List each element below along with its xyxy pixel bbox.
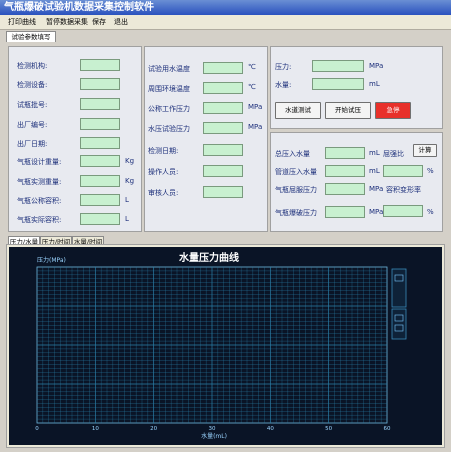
chart-title: 水量压力曲线 bbox=[178, 251, 239, 264]
actual-volume-field[interactable] bbox=[80, 213, 120, 225]
water-temp-field[interactable] bbox=[203, 62, 243, 74]
label-agency: 检测机构: bbox=[17, 62, 48, 70]
menu-print-curve[interactable]: 打印曲线 bbox=[8, 17, 36, 27]
label-water-temp: 试验用水温度 bbox=[148, 65, 190, 73]
emergency-stop-button[interactable]: 急停 bbox=[375, 102, 411, 119]
operator-field[interactable] bbox=[203, 165, 243, 177]
batch-field[interactable] bbox=[80, 98, 120, 110]
serial-field[interactable] bbox=[80, 118, 120, 130]
menu-exit[interactable]: 退出 bbox=[114, 17, 128, 27]
unit-design-weight: Kg bbox=[125, 157, 135, 165]
x-tick-label: 60 bbox=[384, 426, 391, 432]
unit-measured-weight: Kg bbox=[125, 177, 135, 185]
x-tick-label: 10 bbox=[92, 426, 99, 432]
tab-test-params[interactable]: 试验参数填写 bbox=[6, 31, 56, 42]
yield-ratio-field[interactable] bbox=[383, 165, 423, 177]
label-pipe-water: 管道压入水量 bbox=[275, 168, 317, 176]
unit-work-pressure: MPa bbox=[248, 103, 263, 111]
burst-pressure-field[interactable] bbox=[325, 206, 365, 218]
water-display bbox=[312, 78, 364, 90]
pressure-water-chart: 水量压力曲线 压力(MPa) 水量(mL) 0 10 20 30 40 50 60 bbox=[35, 251, 407, 440]
chart-background: 水量压力曲线 压力(MPa) 水量(mL) 0 10 20 30 40 50 60 bbox=[9, 247, 442, 445]
label-serial: 出厂编号: bbox=[17, 121, 48, 129]
unit-total-water: mL bbox=[369, 149, 380, 157]
test-date-field[interactable] bbox=[203, 144, 243, 156]
reviewer-field[interactable] bbox=[203, 186, 243, 198]
work-pressure-field[interactable] bbox=[203, 102, 243, 114]
measured-weight-field[interactable] bbox=[80, 175, 120, 187]
test-pressure-field[interactable] bbox=[203, 122, 243, 134]
label-work-pressure: 公称工作压力 bbox=[148, 105, 190, 113]
label-measured-weight: 气瓶实测重量: bbox=[17, 178, 62, 186]
x-tick-labels: 0 10 20 30 40 50 60 bbox=[35, 426, 391, 432]
calc-button[interactable]: 计算 bbox=[413, 144, 437, 157]
x-tick-label: 50 bbox=[325, 426, 332, 432]
chart-tool-panel-middle[interactable] bbox=[391, 308, 407, 340]
window-title: 气瓶爆破试验机数据采集控制软件 bbox=[0, 0, 451, 15]
label-pressure: 压力: bbox=[275, 63, 292, 71]
unit-actual-volume: L bbox=[125, 215, 129, 223]
nominal-volume-field[interactable] bbox=[80, 194, 120, 206]
unit-test-pressure: MPa bbox=[248, 123, 263, 131]
pressure-display bbox=[312, 60, 364, 72]
label-ambient-temp: 周围环境温度 bbox=[148, 85, 190, 93]
label-reviewer: 审核人员: bbox=[148, 189, 179, 197]
chart-container: 水量压力曲线 压力(MPa) 水量(mL) 0 10 20 30 40 50 60 bbox=[6, 244, 445, 448]
x-tick-label: 20 bbox=[150, 426, 157, 432]
yield-pressure-field[interactable] bbox=[325, 183, 365, 195]
label-water: 水量: bbox=[275, 81, 292, 89]
start-pressure-button[interactable]: 开始试压 bbox=[325, 102, 371, 119]
label-yield-pressure: 气瓶屈服压力 bbox=[275, 186, 317, 194]
unit-volume-change: % bbox=[427, 208, 434, 216]
unit-burst-pressure: MPa bbox=[369, 208, 384, 216]
label-batch: 试瓶批号: bbox=[17, 101, 48, 109]
y-axis-label: 压力(MPa) bbox=[37, 256, 66, 264]
label-test-pressure: 水压试验压力 bbox=[148, 125, 190, 133]
water-test-button[interactable]: 水道测试 bbox=[275, 102, 321, 119]
unit-yield-ratio: % bbox=[427, 167, 434, 175]
unit-pressure: MPa bbox=[369, 62, 384, 70]
label-device: 检测设备: bbox=[17, 81, 48, 89]
design-weight-field[interactable] bbox=[80, 155, 120, 167]
volume-change-field[interactable] bbox=[383, 205, 423, 217]
menu-pause-acquisition[interactable]: 暂停数据采集 bbox=[46, 17, 88, 27]
label-burst-pressure: 气瓶爆破压力 bbox=[275, 209, 317, 217]
device-field[interactable] bbox=[80, 78, 120, 90]
total-water-field[interactable] bbox=[325, 147, 365, 159]
label-actual-volume: 气瓶实际容积: bbox=[17, 216, 62, 224]
x-tick-label: 40 bbox=[267, 426, 274, 432]
label-volume-change: 容积变形率 bbox=[386, 186, 421, 194]
manufacture-date-field[interactable] bbox=[80, 137, 120, 149]
unit-water: mL bbox=[369, 80, 380, 88]
menu-bar: 打印曲线 暂停数据采集 保存 退出 bbox=[0, 15, 451, 30]
unit-nominal-volume: L bbox=[125, 196, 129, 204]
x-axis-label: 水量(mL) bbox=[201, 432, 227, 440]
unit-pipe-water: mL bbox=[369, 167, 380, 175]
unit-water-temp: ℃ bbox=[248, 63, 256, 71]
chart-grid bbox=[36, 266, 388, 424]
unit-ambient-temp: ℃ bbox=[248, 83, 256, 91]
label-operator: 操作人员: bbox=[148, 168, 179, 176]
label-design-weight: 气瓶设计重量: bbox=[17, 158, 62, 166]
x-tick-label: 30 bbox=[209, 426, 216, 432]
label-date: 出厂日期: bbox=[17, 140, 48, 148]
label-test-date: 检测日期: bbox=[148, 147, 179, 155]
ambient-temp-field[interactable] bbox=[203, 82, 243, 94]
x-tick-label: 0 bbox=[35, 426, 39, 432]
pipe-water-field[interactable] bbox=[325, 165, 365, 177]
agency-field[interactable] bbox=[80, 59, 120, 71]
label-yield-ratio: 屈强比 bbox=[383, 150, 404, 158]
unit-yield-pressure: MPa bbox=[369, 185, 384, 193]
label-total-water: 总压入水量 bbox=[275, 150, 310, 158]
label-nominal-volume: 气瓶公称容积: bbox=[17, 197, 62, 205]
menu-save[interactable]: 保存 bbox=[92, 17, 106, 27]
